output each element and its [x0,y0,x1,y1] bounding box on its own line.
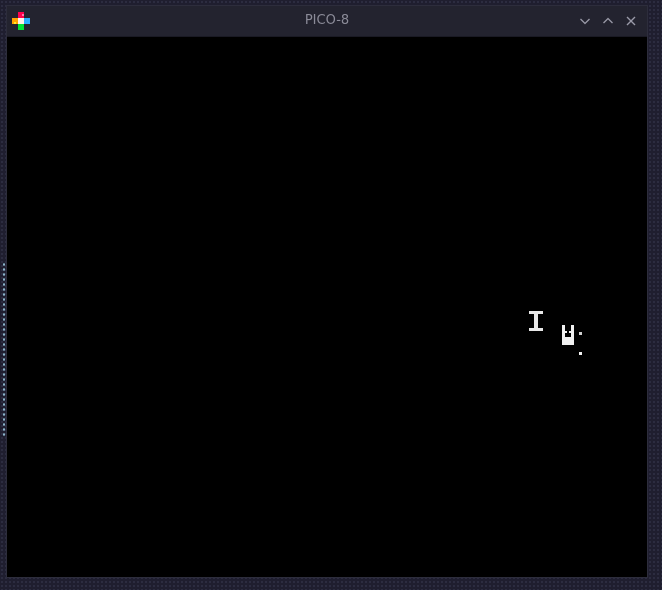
maximize-button[interactable] [599,12,617,30]
title-bar[interactable]: PICO-8 [7,6,647,37]
game-canvas[interactable] [7,37,647,577]
close-button[interactable] [622,12,640,30]
chevron-up-icon [602,15,614,27]
close-icon [625,15,637,27]
window-title: PICO-8 [304,13,350,28]
pico8-logo-icon [12,12,30,30]
pico8-window[interactable]: PICO-8 [7,6,647,577]
chevron-down-icon [579,15,591,27]
player-sprite [562,325,594,365]
i-beam-cursor-sprite [529,311,543,335]
desktop-dotted-edge [2,262,6,438]
minimize-button[interactable] [576,12,594,30]
